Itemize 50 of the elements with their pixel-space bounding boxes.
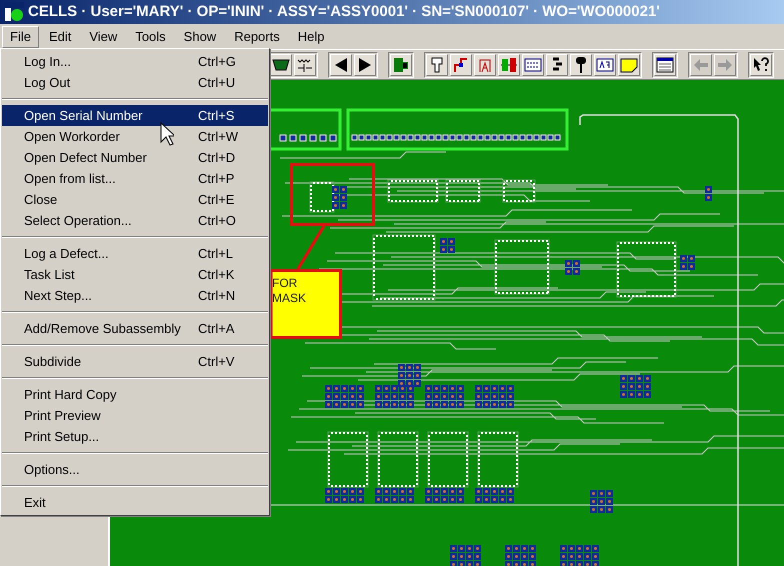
table-icon [656, 56, 674, 74]
menu-item[interactable]: Log Out Ctrl+U [2, 72, 268, 93]
menu-item[interactable]: Select Operation... Ctrl+O [2, 210, 268, 231]
pin-tool-button[interactable] [570, 54, 592, 76]
note-tool-button[interactable] [618, 54, 640, 76]
menu-item[interactable]: Open Serial Number Ctrl+S [2, 105, 268, 126]
menu-item[interactable]: Print Preview [2, 405, 268, 426]
text-tool-button[interactable] [474, 54, 496, 76]
menu-bar-item[interactable]: File [2, 26, 39, 48]
label-icon [596, 56, 614, 74]
note-text: FOR [272, 276, 298, 290]
menu-bar-item[interactable]: Help [290, 26, 332, 48]
menu-item[interactable]: Add/Remove Subassembly Ctrl+A [2, 318, 268, 339]
signal-tool-button[interactable] [294, 54, 316, 76]
menu-bar-item[interactable]: Tools [127, 26, 174, 48]
left-tool-button[interactable] [330, 54, 352, 76]
menu-item[interactable]: Exit [2, 492, 268, 513]
dotted-grid-icon [524, 56, 542, 74]
note-icon [620, 56, 638, 74]
menu-item[interactable]: Log In... Ctrl+G [2, 51, 268, 72]
component-icon [500, 56, 518, 74]
menu-bar-item[interactable]: Show [176, 26, 224, 48]
menu-item[interactable]: Print Hard Copy [2, 384, 268, 405]
note-text: MASK [272, 291, 306, 305]
window-title: CELLS · User='MARY' · OP='ININ' · ASSY='ASSY0001' · SN='SN000107' · WO='WO000021' [28, 2, 660, 22]
menu-bar-item[interactable]: Reports [226, 26, 288, 48]
menu-item[interactable]: Next Step... Ctrl+N [2, 285, 268, 306]
menu-bar-item[interactable]: View [81, 26, 126, 48]
menu-item[interactable]: Task List Ctrl+K [2, 264, 268, 285]
menu-item[interactable]: Close Ctrl+E [2, 189, 268, 210]
tray-tool-button[interactable] [270, 54, 292, 76]
menu-item[interactable]: Open Defect Number Ctrl+D [2, 147, 268, 168]
menu-item[interactable]: Log a Defect... Ctrl+L [2, 243, 268, 264]
menu-item[interactable]: Open from list... Ctrl+P [2, 168, 268, 189]
flag-icon [392, 56, 410, 74]
help-icon [752, 56, 770, 74]
bars-tool-button[interactable] [546, 54, 568, 76]
route-tool-button[interactable] [450, 54, 472, 76]
part-tool-button[interactable] [498, 54, 520, 76]
label-tool-button[interactable] [594, 54, 616, 76]
menu-item[interactable]: Options... [2, 459, 268, 480]
menu-item[interactable]: Open Workorder Ctrl+W [2, 126, 268, 147]
probe-tool-button[interactable] [426, 54, 448, 76]
grid-tool-button[interactable] [522, 54, 544, 76]
menu-item[interactable]: Subdivide Ctrl+V [2, 351, 268, 372]
menu-item[interactable]: Print Setup... [2, 426, 268, 447]
mouse-pointer-icon [160, 122, 174, 146]
right-tool-button[interactable] [354, 54, 376, 76]
menu-bar-item[interactable]: Edit [40, 26, 80, 48]
route-icon [452, 56, 470, 74]
